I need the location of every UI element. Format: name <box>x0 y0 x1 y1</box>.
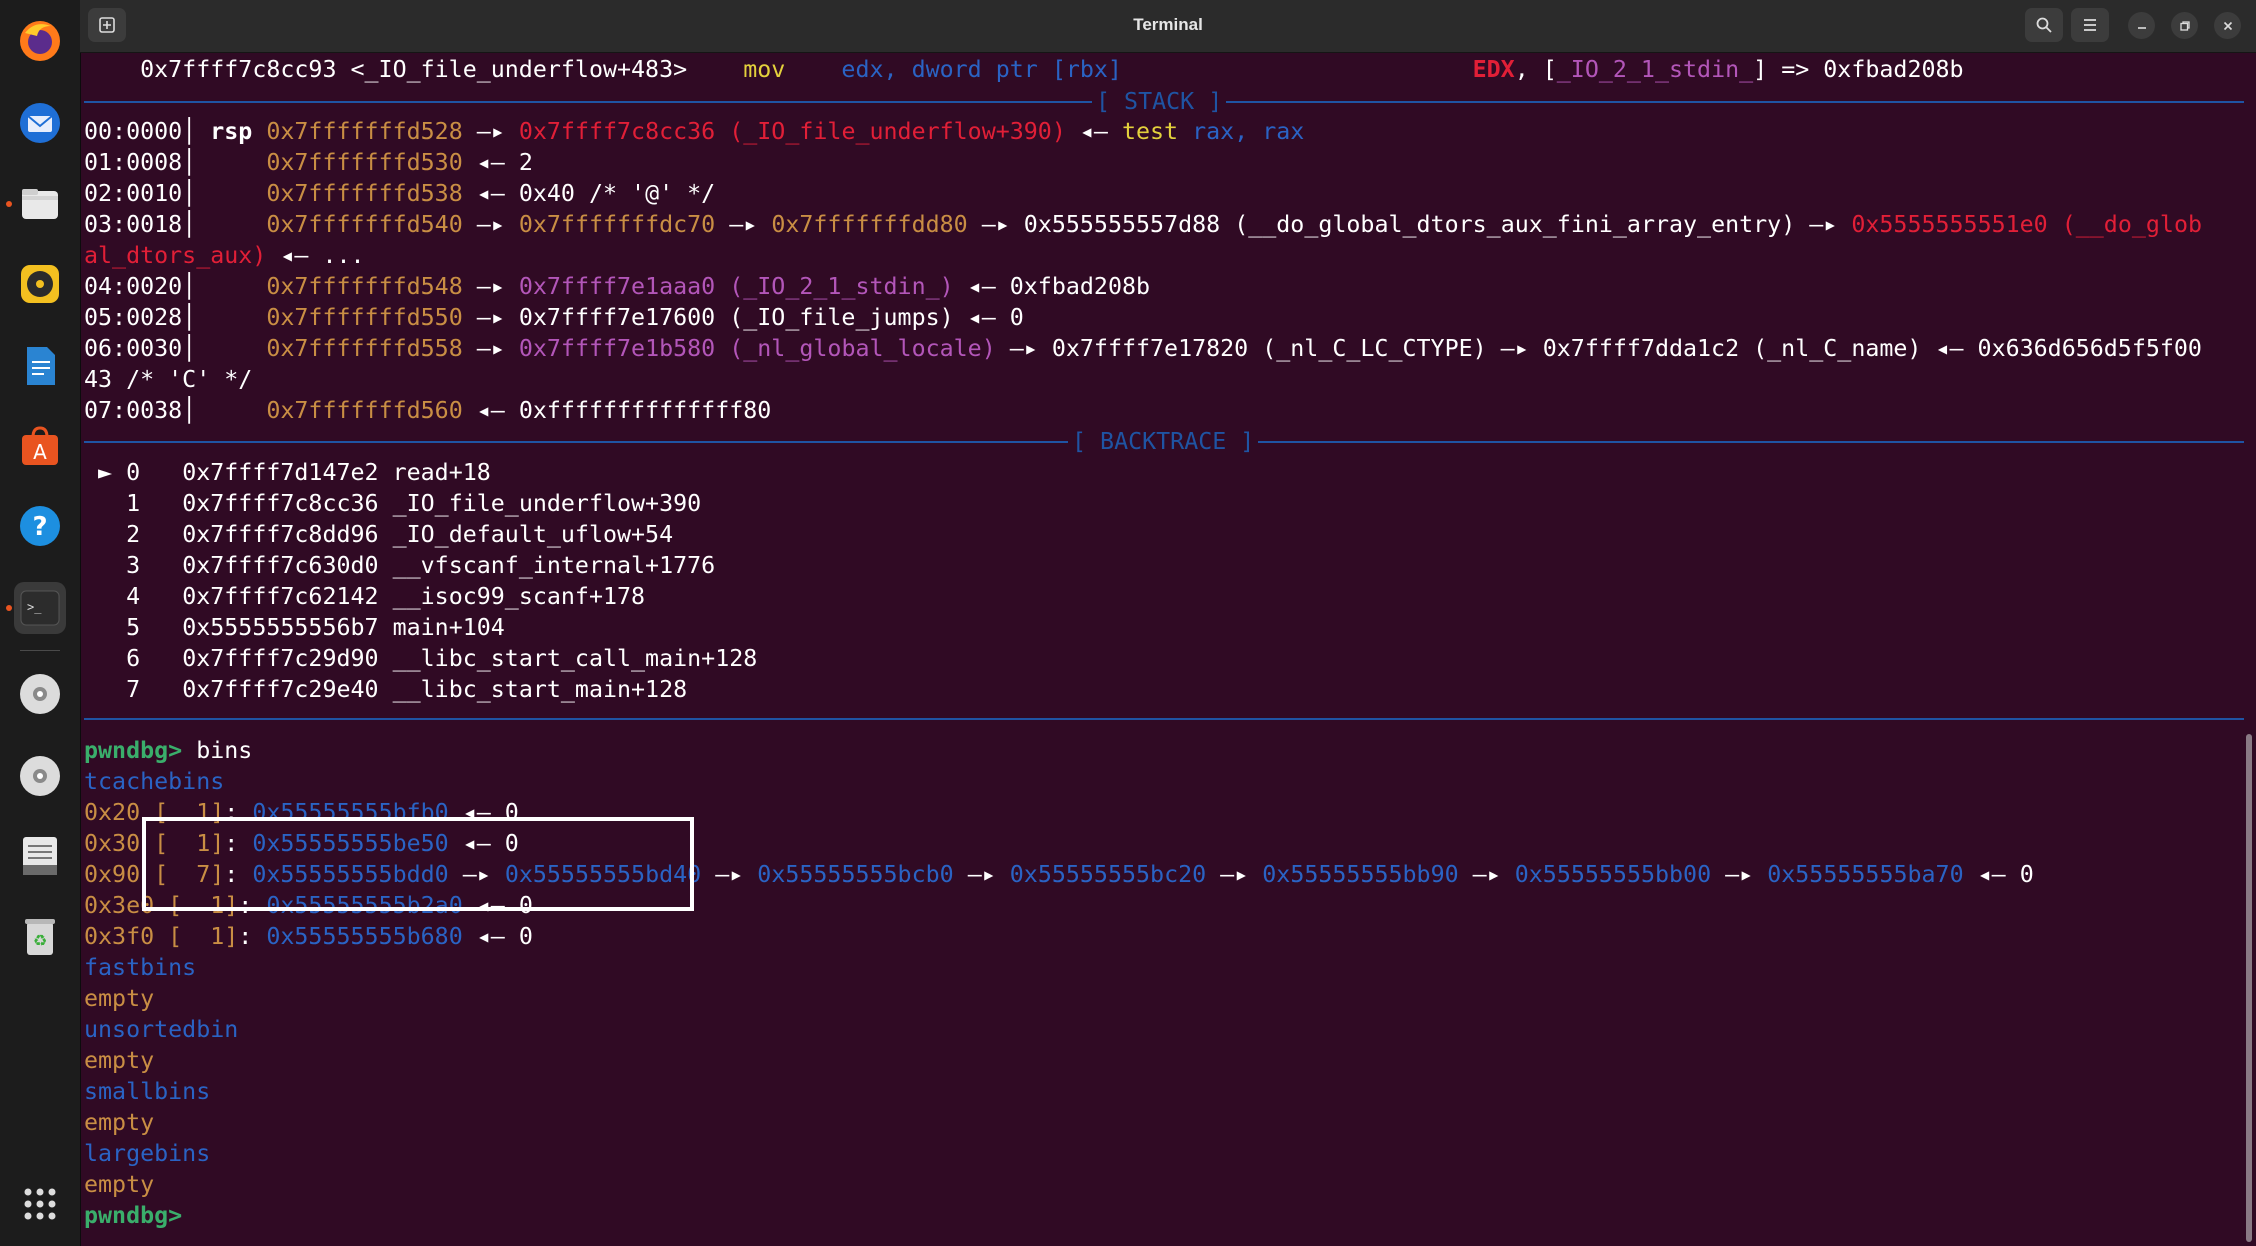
dock: A ? >_ ♻ <box>0 0 81 1246</box>
files-icon[interactable] <box>14 178 66 230</box>
backtrace-row: 6 0x7ffff7c29d90 __libc_start_call_main+… <box>126 645 758 672</box>
backtrace-row: 3 0x7ffff7c630d0 __vfscanf_internal+1776 <box>126 552 716 579</box>
instruction-address: 0x7ffff7c8cc93 <_IO_file_underflow+483> <box>140 56 688 83</box>
running-indicator <box>6 201 12 207</box>
backtrace-row: 5 0x5555555556b7 main+104 <box>126 614 505 641</box>
smallbins-value: empty <box>84 1109 155 1136</box>
largebins-label: largebins <box>84 1140 211 1167</box>
svg-text:♻: ♻ <box>33 931 47 950</box>
fastbins-value: empty <box>84 985 155 1012</box>
stack-row: 06:0030│ 0x7fffffffd558 —▸ 0x7ffff7e1b58… <box>84 335 2202 362</box>
unsortedbin-value: empty <box>84 1047 155 1074</box>
tcache-entry: 0x3f0 [ 1]: 0x55555555b680 ◂— 0 <box>84 923 533 950</box>
instruction-operand: dword ptr <box>911 56 1038 83</box>
svg-text:?: ? <box>32 512 47 542</box>
rhythmbox-icon[interactable] <box>14 258 66 310</box>
firefox-icon[interactable] <box>14 15 66 67</box>
current-instruction-line: 0x7ffff7c8cc93 <_IO_file_underflow+483> … <box>140 56 1964 83</box>
comment-register: EDX <box>1472 56 1515 83</box>
help-icon[interactable]: ? <box>14 500 66 552</box>
backtrace-section-title: [ BACKTRACE ] <box>1068 426 1259 457</box>
final-command-line[interactable]: pwndbg> <box>84 1200 2244 1231</box>
backtrace-row: 4 0x7ffff7c62142 __isoc99_scanf+178 <box>126 583 646 610</box>
instruction-register: edx, <box>841 56 898 83</box>
terminal-output[interactable]: 0x7ffff7c8cc93 <_IO_file_underflow+483> … <box>84 52 2244 1246</box>
thunderbird-icon[interactable] <box>14 97 66 149</box>
window-title: Terminal <box>1133 15 1203 34</box>
stack-row: 01:0008│ 0x7fffffffd530 ◂— 2 <box>84 149 533 176</box>
trash-icon[interactable]: ♻ <box>14 910 66 962</box>
running-indicator-terminal <box>6 605 12 611</box>
hamburger-icon <box>2084 19 2096 31</box>
writer-icon[interactable] <box>14 340 66 392</box>
backtrace-row: ► 0 0x7ffff7d147e2 read+18 <box>84 459 491 486</box>
unsortedbin-label: unsortedbin <box>84 1016 239 1043</box>
instruction-mnemonic: mov <box>743 56 786 83</box>
app-center-icon[interactable]: A <box>14 420 66 472</box>
maximize-button[interactable] <box>2171 12 2198 39</box>
dock-separator <box>20 650 60 651</box>
app-grid-icon[interactable] <box>14 1178 66 1230</box>
disc-icon-2[interactable] <box>14 750 66 802</box>
stack-row: 04:0020│ 0x7fffffffd548 —▸ 0x7ffff7e1aaa… <box>84 273 1151 300</box>
smallbins-label: smallbins <box>84 1078 211 1105</box>
stack-row-wrap: 43 /* 'C' */ <box>84 366 253 393</box>
prompt: pwndbg> <box>84 1202 183 1229</box>
terminal-scrollbar[interactable] <box>2246 734 2252 1242</box>
svg-text:A: A <box>33 440 47 464</box>
backtrace-row: 2 0x7ffff7c8dd96 _IO_default_uflow+54 <box>126 521 674 548</box>
comment-symbol: _IO_2_1_stdin_ <box>1556 56 1754 83</box>
annotation-highlight-box <box>142 817 694 911</box>
backtrace-row: 1 0x7ffff7c8cc36 _IO_file_underflow+390 <box>126 490 702 517</box>
context-end-separator <box>84 718 2244 720</box>
stack-row-wrap: al_dtors_aux) ◂— ... <box>84 242 365 269</box>
terminal-icon[interactable]: >_ <box>14 582 66 634</box>
stack-section-title: [ STACK ] <box>1092 86 1227 117</box>
stack-row: 03:0018│ 0x7fffffffd540 —▸ 0x7fffffffdc7… <box>84 211 2202 238</box>
command-text: bins <box>182 737 253 764</box>
tcachebins-label: tcachebins <box>84 768 225 795</box>
command-line: pwndbg> bins <box>84 735 2244 766</box>
stack-row: 02:0010│ 0x7fffffffd538 ◂— 0x40 /* '@' *… <box>84 180 716 207</box>
minimize-icon <box>2137 26 2146 29</box>
svg-text:>_: >_ <box>27 600 42 614</box>
search-icon <box>2036 17 2052 33</box>
menu-button[interactable] <box>2071 8 2109 42</box>
largebins-value: empty <box>84 1171 155 1198</box>
stack-row: 00:0000│ rsp 0x7fffffffd528 —▸ 0x7ffff7c… <box>84 118 1305 145</box>
text-editor-icon[interactable] <box>14 830 66 882</box>
disc-icon[interactable] <box>14 668 66 720</box>
restore-icon <box>2179 20 2190 31</box>
search-button[interactable] <box>2025 8 2063 42</box>
fastbins-label: fastbins <box>84 954 197 981</box>
prompt: pwndbg> <box>84 737 183 764</box>
close-button[interactable] <box>2214 12 2241 39</box>
instruction-memory: [rbx] <box>1051 56 1122 83</box>
title-bar: Terminal <box>80 0 2256 53</box>
backtrace-row: 7 0x7ffff7c29e40 __libc_start_main+128 <box>126 676 688 703</box>
minimize-button[interactable] <box>2128 12 2155 39</box>
stack-row: 07:0038│ 0x7fffffffd560 ◂— 0xfffffffffff… <box>84 397 772 424</box>
stack-row: 05:0028│ 0x7fffffffd550 —▸ 0x7ffff7e1760… <box>84 304 1024 331</box>
close-icon <box>2223 21 2232 30</box>
